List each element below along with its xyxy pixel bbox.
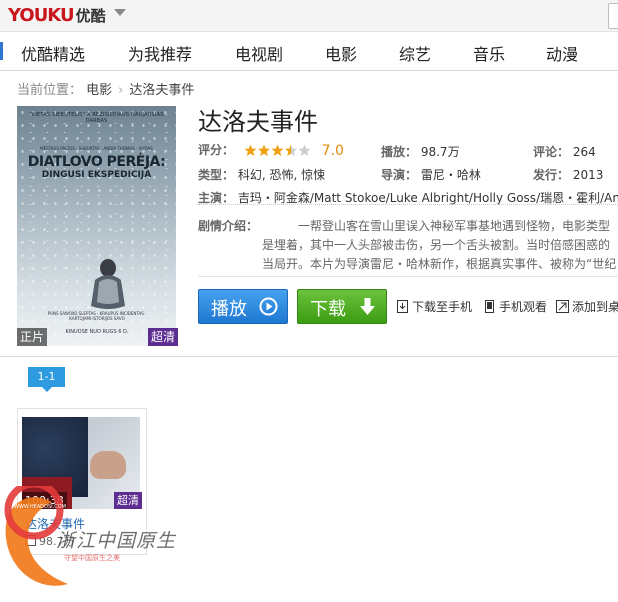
logo-dropdown-caret-icon[interactable] [114, 9, 126, 16]
breadcrumb-item-movie[interactable]: 电影 [86, 83, 112, 98]
episode-hd-badge: 超清 [114, 492, 142, 509]
nav-item-music[interactable]: 音乐 [473, 41, 505, 65]
nav-item-featured[interactable]: 优酷精选 [21, 41, 85, 65]
poster-subtitle: DINGUSI EKSPEDICIJA [41, 170, 152, 180]
download-button-label: 下载 [310, 299, 346, 320]
play-circle-icon [259, 297, 278, 316]
poster-tagline: PUNS SAWOXO SLEPTAS · KRAUPUS INCIDENTAS… [47, 311, 147, 321]
cast-value[interactable]: 吉玛・阿金森/Matt Stokoe/Luke Albright/Holly G… [238, 191, 618, 205]
download-arrow-icon [360, 298, 375, 315]
logo-text-en: YOUKU [8, 5, 75, 26]
download-button[interactable]: 下载 [297, 289, 387, 324]
phone-watch-label: 手机观看 [499, 300, 548, 314]
add-arrow-icon [556, 300, 569, 313]
rating-score: 7.0 [321, 142, 344, 159]
poster-footer: KINUOSE NUO RUGS 6 D. [65, 329, 129, 335]
cast-label: 主演： [198, 191, 235, 205]
youku-logo[interactable]: YOUKU 优酷 [8, 5, 106, 26]
top-bar: YOUKU 优酷 [0, 0, 618, 32]
release-label: 发行： [533, 168, 570, 182]
movie-poster[interactable]: "KIETAS SIEBUTELIS" X REŽISIERIAUS NAUJA… [17, 106, 176, 346]
nav-item-tv[interactable]: 电视剧 [235, 41, 283, 65]
plays-value: 98.7万 [420, 145, 460, 159]
hd-badge: 超清 [148, 328, 179, 346]
rating-label: 评分： [198, 143, 235, 157]
nav-active-indicator [0, 42, 3, 60]
poster-figure-image [91, 259, 125, 309]
section-divider [0, 356, 618, 357]
poster-snow [17, 106, 176, 346]
episode-range-tab[interactable]: 1-1 [28, 367, 65, 387]
episode-duration: 100:38 [22, 492, 67, 509]
phone-watch-link[interactable]: 手机观看 [483, 298, 547, 315]
director-row: 导演： 雷尼・哈林 [381, 166, 481, 183]
comments-value[interactable]: 264 [573, 145, 596, 159]
download-to-phone-link[interactable]: 下载至手机 [396, 298, 472, 315]
add-to-desktop-label: 添加到桌 [572, 300, 618, 314]
plays-label: 播放： [381, 145, 418, 159]
poster-top-text: "KIETAS SIEBUTELIS" X REŽISIERIAUS NAUJA… [29, 112, 164, 124]
breadcrumb: 当前位置： 电影 › 达洛夫事件 [17, 79, 194, 98]
add-to-desktop-link[interactable]: 添加到桌 [556, 298, 618, 315]
breadcrumb-prefix: 当前位置： [17, 83, 83, 98]
views-icon [25, 535, 36, 546]
phone-icon [485, 300, 494, 313]
release-row: 发行： 2013 [533, 166, 603, 183]
rating-stars-icon [244, 144, 311, 156]
director-label: 导演： [381, 168, 418, 182]
nav-item-variety[interactable]: 综艺 [399, 41, 431, 65]
actions-divider [198, 276, 618, 277]
movie-title: 达洛夫事件 [198, 108, 318, 136]
search-input[interactable] [608, 3, 618, 29]
poster-credits-text: MĖSTAUS PALTOS · SUKURTAS · ANDRI THOMAS… [40, 146, 153, 151]
thumbnail-hand [90, 451, 126, 479]
phone-download-icon [397, 300, 408, 313]
genre-value[interactable]: 科幻, 恐怖, 惊悚 [238, 168, 325, 182]
main-nav: 优酷精选 为我推荐 电视剧 电影 综艺 音乐 动漫 [0, 32, 618, 71]
breadcrumb-separator-icon: › [118, 83, 124, 98]
play-button[interactable]: 播放 [198, 289, 288, 324]
director-value[interactable]: 雷尼・哈林 [421, 168, 481, 182]
watermark-text: 浙江中国原生 [56, 530, 177, 552]
full-movie-badge: 正片 [17, 328, 48, 346]
episode-tab-pointer-icon [42, 387, 52, 392]
nav-item-recommend[interactable]: 为我推荐 [128, 41, 192, 65]
nav-item-anime[interactable]: 动漫 [546, 41, 578, 65]
nav-item-movie[interactable]: 电影 [325, 41, 357, 65]
comments-row: 评论： 264 [533, 143, 596, 160]
release-value: 2013 [572, 168, 604, 182]
logo-text-cn: 优酷 [75, 7, 106, 25]
breadcrumb-item-current[interactable]: 达洛夫事件 [129, 83, 194, 98]
description-text: 一帮登山客在雪山里误入神秘军事基地遇到怪物，电影类型是埋着，其中一人头部被击伤，… [262, 219, 617, 271]
poster-title: DIATLOVO PERĖJA: [27, 154, 166, 170]
genre-row: 类型： 科幻, 恐怖, 惊悚 [198, 166, 325, 183]
comments-label: 评论： [533, 145, 570, 159]
info-divider [198, 204, 618, 205]
play-button-label: 播放 [211, 299, 247, 320]
watermark-subtext: 守望中国原生之美 [64, 554, 120, 562]
download-to-phone-label: 下载至手机 [412, 300, 473, 314]
genre-label: 类型： [198, 168, 235, 182]
rating-row: 评分： 7.0 [198, 141, 344, 159]
plays-row: 播放： 98.7万 [381, 143, 460, 160]
description-label: 剧情介绍： [198, 219, 259, 233]
